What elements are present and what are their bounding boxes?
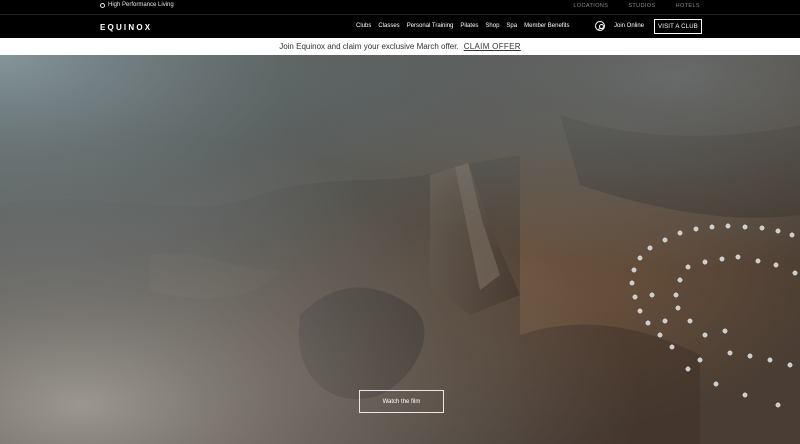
- nav-personal-training[interactable]: Personal Training: [407, 23, 454, 29]
- promo-text: Join Equinox and claim your exclusive Ma…: [279, 42, 459, 51]
- nav-classes[interactable]: Classes: [378, 23, 399, 29]
- utility-bar: High Performance Living LOCATIONS STUDIO…: [0, 0, 800, 14]
- studios-link[interactable]: STUDIOS: [628, 3, 655, 9]
- hero-video: Watch the film: [0, 55, 800, 444]
- nav-shop[interactable]: Shop: [485, 23, 499, 29]
- tagline: High Performance Living: [100, 2, 174, 8]
- locations-link[interactable]: LOCATIONS: [573, 3, 608, 9]
- claim-offer-link[interactable]: CLAIM OFFER: [464, 42, 521, 51]
- circle-logo-icon: [100, 2, 105, 8]
- main-nav: EQUINOX Clubs Classes Personal Training …: [0, 14, 800, 38]
- nav-pilates[interactable]: Pilates: [460, 23, 478, 29]
- equinox-logo[interactable]: EQUINOX: [100, 23, 152, 32]
- nav-member-benefits[interactable]: Member Benefits: [524, 23, 569, 29]
- visit-a-club-button[interactable]: VISIT A CLUB: [654, 19, 702, 34]
- hero-terrain-image: [0, 55, 800, 444]
- tagline-text: High Performance Living: [108, 2, 174, 8]
- hotels-link[interactable]: HOTELS: [676, 3, 700, 9]
- watch-the-film-button[interactable]: Watch the film: [359, 390, 444, 413]
- utility-links: LOCATIONS STUDIOS HOTELS: [573, 3, 700, 9]
- nav-spa[interactable]: Spa: [506, 23, 517, 29]
- account-icon[interactable]: [595, 21, 605, 31]
- promo-banner: Join Equinox and claim your exclusive Ma…: [0, 38, 800, 55]
- nav-items: Clubs Classes Personal Training Pilates …: [356, 23, 569, 29]
- nav-clubs[interactable]: Clubs: [356, 23, 371, 29]
- join-online-link[interactable]: Join Online: [614, 23, 644, 29]
